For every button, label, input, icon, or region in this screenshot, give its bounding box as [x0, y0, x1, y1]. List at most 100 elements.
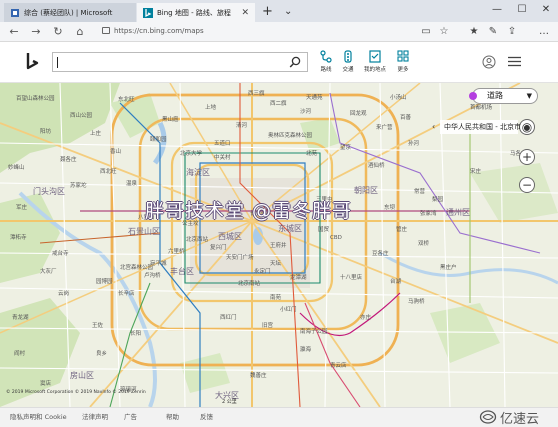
place-label: 聂各庄 — [60, 157, 77, 163]
bing-logo-icon[interactable] — [26, 52, 40, 72]
new-tab-button[interactable]: + — [262, 3, 273, 20]
place-label: 妙峰山 — [8, 165, 25, 171]
traffic-button[interactable]: 交通 — [334, 50, 362, 73]
zoom-out-button[interactable]: − — [519, 177, 535, 193]
place-label: 良乡 — [96, 351, 108, 357]
minimize-button[interactable]: — — [485, 0, 509, 20]
chevron-left-icon[interactable]: ‹ — [432, 120, 435, 134]
address-bar-row: ← → ↻ ⌂ https://cn.bing.com/maps ▭ ☆ ★ ✎… — [0, 22, 558, 42]
place-label: 上庄 — [90, 131, 102, 137]
place-label: 亦庄 — [360, 315, 372, 321]
feedback-link[interactable]: 反馈 — [200, 411, 213, 421]
url-field[interactable]: https://cn.bing.com/maps — [100, 25, 430, 38]
map-canvas[interactable]: 门头沟区 海淀区 石景山区 西城区 东城区 朝阳区 丰台区 通州区 房山区 大兴… — [0, 83, 558, 407]
tab-microsoft[interactable]: 综合 (蔡经团队) | Microsoft — [4, 3, 136, 22]
district-label: 通州区 — [446, 208, 470, 217]
home-button[interactable]: ⌂ — [70, 22, 90, 41]
place-label: 龙潭湖 — [290, 275, 307, 281]
yisu-logo-text: 亿速云 — [500, 412, 540, 427]
forward-button[interactable]: → — [26, 22, 46, 41]
close-icon[interactable]: ✕ — [237, 8, 249, 18]
url-text: https://cn.bing.com/maps — [114, 27, 204, 35]
place-label: 瀛海 — [300, 347, 312, 353]
place-label: 王佐 — [92, 323, 104, 329]
bing-icon — [143, 7, 153, 18]
lock-icon — [102, 27, 110, 34]
place-label: 西二旗 — [270, 101, 287, 107]
place-label: 天安门广场 — [226, 255, 254, 261]
close-window-button[interactable]: ✕ — [534, 0, 558, 20]
district-label: 门头沟区 — [33, 187, 65, 196]
bing-header: 路线 交通 我的地点 更多 — [0, 42, 558, 83]
tab-strip: 综合 (蔡经团队) | Microsoft Bing 地图 - 路线、旅程 ✕ … — [0, 0, 558, 22]
back-button[interactable]: ← — [4, 22, 24, 41]
traffic-icon — [344, 50, 352, 63]
place-label: 阎村 — [14, 351, 26, 357]
place-label: 北京西站 — [186, 237, 209, 243]
favorite-star-icon[interactable]: ☆ — [436, 22, 452, 41]
place-label: 梨园 — [432, 197, 444, 203]
search-icon[interactable] — [289, 56, 301, 68]
district-label: 海淀区 — [186, 168, 210, 177]
maximize-button[interactable]: ☐ — [510, 0, 534, 20]
hamburger-menu-icon[interactable] — [508, 56, 521, 67]
map-style-indicator — [469, 92, 477, 100]
tab-bing-maps[interactable]: Bing 地图 - 路线、旅程 ✕ — [137, 3, 255, 22]
district-label: 石景山区 — [128, 227, 160, 236]
place-label: 卢沟桥 — [144, 273, 161, 279]
place-label: 北宫森林公园 — [120, 265, 154, 271]
place-label: 双桥 — [418, 241, 430, 247]
search-input[interactable] — [52, 52, 308, 72]
page-footer: 隐私声明和 Cookie 法律声明 广告 帮助 反馈 亿速云 — [0, 407, 558, 427]
scale-label: 2 公里 — [222, 399, 237, 405]
place-label: 黑山扈 — [162, 117, 179, 123]
place-label: 复兴门 — [210, 245, 227, 251]
more-label: 更多 — [397, 67, 409, 73]
place-label: 长阳 — [130, 331, 142, 337]
privacy-link[interactable]: 隐私声明和 Cookie — [10, 411, 67, 421]
place-label: 东坝 — [384, 205, 396, 211]
place-label: 军庄 — [16, 205, 28, 211]
place-label: 云岗 — [58, 291, 70, 297]
place-label: 香山 — [110, 149, 122, 155]
share-icon[interactable]: ⇪ — [504, 22, 520, 41]
reading-view-icon[interactable]: ▭ — [418, 22, 434, 41]
help-link[interactable]: 帮助 — [166, 411, 179, 421]
map-scale: 2 公里 — [222, 398, 237, 405]
place-label: 马驹桥 — [408, 299, 425, 305]
more-button[interactable]: 更多 — [389, 50, 417, 73]
legal-link[interactable]: 法律声明 — [82, 411, 108, 421]
my-places-button[interactable]: 我的地点 — [361, 50, 389, 73]
account-icon[interactable] — [482, 55, 496, 69]
place-label: 五道口 — [214, 141, 231, 147]
ads-link[interactable]: 广告 — [124, 411, 137, 421]
favorites-hub-icon[interactable]: ★ — [466, 22, 482, 41]
directions-icon — [320, 50, 332, 63]
more-icon[interactable]: … — [536, 22, 552, 41]
place-label: 百善 — [400, 115, 412, 121]
place-label: 台湖 — [390, 279, 402, 285]
zoom-in-button[interactable]: + — [519, 149, 535, 165]
map-copyright: © 2019 Microsoft Corporation © 2019 NavI… — [6, 390, 146, 395]
place-label: 北苑 — [306, 151, 318, 157]
pen-icon[interactable]: ✎ — [485, 22, 501, 41]
traffic-label: 交通 — [342, 67, 354, 73]
place-label: 黑庄户 — [440, 265, 457, 271]
tab-label: Bing 地图 - 路线、旅程 — [157, 8, 231, 17]
place-label: 望京 — [340, 145, 352, 151]
district-label: 房山区 — [70, 371, 94, 380]
place-label: 苏家坨 — [70, 183, 87, 189]
locate-me-button[interactable]: ◉ — [519, 119, 535, 135]
place-label: 魏善庄 — [250, 373, 267, 379]
directions-label: 路线 — [320, 67, 332, 73]
place-label: 豆各庄 — [372, 251, 389, 257]
place-label: 清河 — [236, 123, 248, 129]
place-label: 首都机场 — [470, 105, 493, 111]
tab-list-icon[interactable]: ⌄ — [284, 3, 292, 20]
place-label: 天坛 — [270, 261, 282, 267]
place-label: 小红门 — [280, 307, 297, 313]
refresh-button[interactable]: ↻ — [48, 22, 68, 41]
place-label: 中关村 — [214, 155, 231, 161]
place-label: 阳坊 — [40, 129, 52, 135]
map-style-select[interactable]: 道路 ▼ — [469, 88, 538, 104]
